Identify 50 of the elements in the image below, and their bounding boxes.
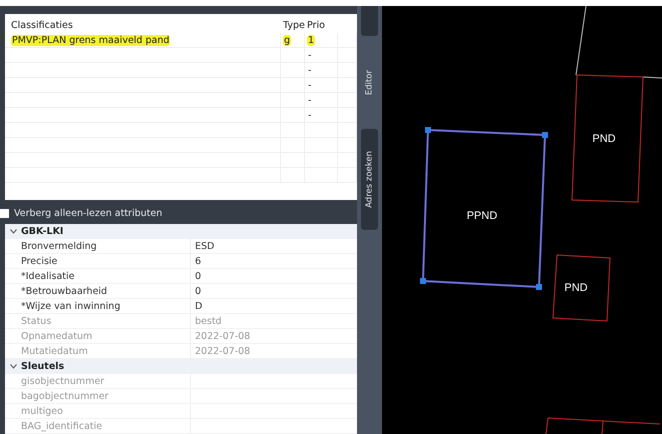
table-cell: - (305, 63, 338, 78)
property-name: BAG_identificatie (21, 420, 102, 432)
checkbox[interactable] (0, 208, 9, 218)
table-cell: - (305, 93, 338, 108)
building-outline[interactable] (571, 74, 644, 203)
column-header: Prio (306, 19, 326, 33)
property-name: gisobjectnummer (21, 376, 104, 386)
group-header[interactable]: Sleutels (5, 359, 357, 374)
building-label: PND (564, 282, 588, 294)
column-header: Type (282, 19, 305, 33)
column-header: Classificaties (10, 19, 74, 33)
property-name: *Idealisatie (21, 270, 75, 282)
table-cell: 1 (305, 33, 338, 48)
property-name: bagobjectnummer (21, 390, 108, 402)
chevron-icon[interactable] (10, 229, 16, 234)
property-value: 2022-07-08 (195, 330, 250, 342)
property-name: Bronvermelding (21, 240, 97, 252)
property-name: multigeo (21, 406, 63, 416)
vertex-handle[interactable] (536, 284, 542, 290)
group-name: GBK-LKI (21, 226, 64, 237)
property-value: bestd (195, 316, 222, 326)
table-cell: g (281, 33, 305, 48)
building-outline[interactable] (552, 254, 611, 322)
property-name: Mutatiedatum (21, 346, 88, 356)
vertex-handle[interactable] (420, 278, 426, 284)
group-header[interactable]: GBK-LKI (5, 224, 357, 239)
property-name: *Wijze van inwinning (21, 300, 120, 312)
building-label: PND (592, 133, 616, 145)
property-name: Precisie (21, 256, 58, 266)
vertex-handle[interactable] (425, 127, 431, 133)
chevron-icon[interactable] (10, 364, 16, 369)
property-value[interactable]: 0 (195, 286, 202, 296)
side-tab[interactable]: Adres zoeken (361, 129, 378, 230)
vertex-handle[interactable] (542, 132, 548, 138)
property-value[interactable]: 0 (195, 270, 202, 282)
table-cell: PMVP:PLAN grens maaiveld pand (5, 33, 281, 48)
property-name: *Betrouwbaarheid (21, 286, 108, 296)
checkbox-label: Verberg alleen-lezen attributen (14, 208, 162, 218)
group-name: Sleutels (21, 361, 64, 372)
property-value[interactable]: D (195, 300, 202, 312)
property-value[interactable]: ESD (195, 240, 214, 252)
selected-building-outline[interactable] (422, 128, 546, 288)
property-name: Status (21, 316, 52, 326)
table-cell: - (305, 108, 338, 123)
property-value[interactable]: 6 (195, 256, 202, 266)
property-name: Opnamedatum (21, 330, 92, 342)
table-cell: - (305, 48, 338, 63)
table-cell: - (305, 78, 338, 93)
building-label: PPND (466, 210, 498, 222)
property-value: 2022-07-08 (195, 346, 250, 356)
